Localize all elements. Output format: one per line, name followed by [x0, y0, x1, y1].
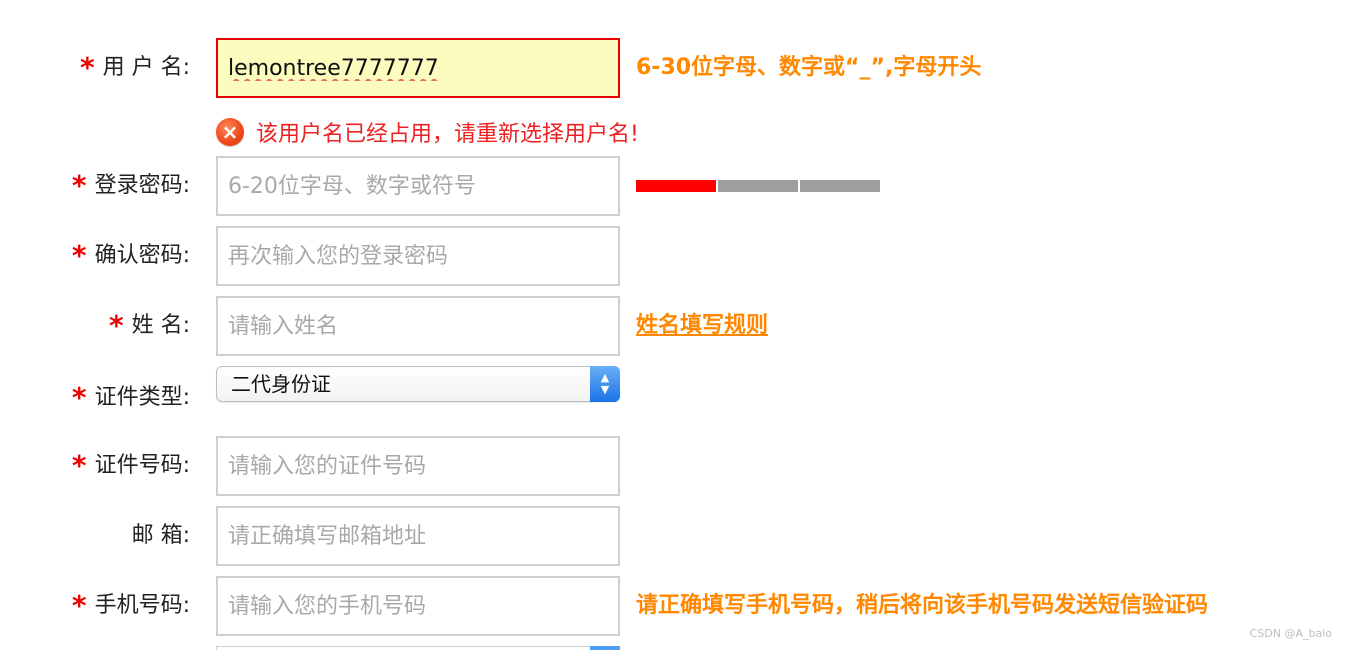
required-mark: * [71, 169, 87, 202]
id-type-select[interactable]: 二代身份证 ▲ ▼ [216, 366, 620, 402]
select-arrows-icon[interactable]: ▲ ▼ [590, 366, 620, 402]
id-type-label: * 证件类型: [71, 381, 190, 414]
username-error: × 该用户名已经占用，请重新选择用户名! [216, 112, 639, 152]
required-mark: * [71, 381, 87, 414]
email-label: 邮 箱: [131, 523, 190, 548]
name-rules-link[interactable]: 姓名填写规则 [636, 296, 768, 356]
error-icon: × [216, 118, 244, 146]
id-number-label: * 证件号码: [71, 449, 190, 482]
confirm-password-label: * 确认密码: [71, 239, 190, 272]
password-strength-meter [636, 180, 880, 192]
password-row: * 登录密码: [0, 156, 1348, 216]
strength-segment-1 [636, 180, 716, 192]
strength-segment-3 [800, 180, 880, 192]
phone-hint: 请正确填写手机号码，稍后将向该手机号码发送短信验证码 [636, 593, 1209, 618]
phone-label: * 手机号码: [71, 589, 190, 622]
confirm-password-input[interactable] [216, 226, 620, 286]
confirm-password-row: * 确认密码: [0, 226, 1348, 286]
id-type-selected: 二代身份证 [231, 372, 331, 396]
id-number-row: * 证件号码: [0, 436, 1348, 496]
name-label: * 姓 名: [108, 309, 190, 342]
required-mark: * [108, 309, 124, 342]
password-input[interactable] [216, 156, 620, 216]
id-type-row: * 证件类型: 二代身份证 ▲ ▼ [0, 366, 1348, 426]
required-mark: * [71, 449, 87, 482]
username-label: * 用 户 名: [79, 51, 190, 84]
id-number-input[interactable] [216, 436, 620, 496]
strength-segment-2 [718, 180, 798, 192]
required-mark: * [71, 589, 87, 622]
username-error-text: 该用户名已经占用，请重新选择用户名! [256, 122, 639, 147]
phone-input[interactable] [216, 576, 620, 636]
select-arrows-icon[interactable] [590, 646, 620, 650]
phone-row: *手机号码: 请正确填写手机号码，稍后将向该手机号码发送短信验证码 [0, 576, 1348, 636]
required-mark: * [79, 51, 95, 84]
next-select-partial[interactable] [216, 646, 620, 650]
registration-form: *用 户 名: 6-30位字母、数字或“_”,字母开头 × 该用户名已经占用，请… [0, 0, 1348, 650]
required-mark: * [71, 239, 87, 272]
email-input[interactable] [216, 506, 620, 566]
username-input[interactable] [216, 38, 620, 98]
name-row: *姓 名: 姓名填写规则 [0, 296, 1348, 356]
name-input[interactable] [216, 296, 620, 356]
password-label: * 登录密码: [71, 169, 190, 202]
email-row: 邮 箱: [0, 506, 1348, 566]
username-hint: 6-30位字母、数字或“_”,字母开头 [636, 55, 982, 80]
watermark: CSDN @A_baio [1249, 627, 1332, 640]
username-row: *用 户 名: 6-30位字母、数字或“_”,字母开头 [0, 38, 1348, 98]
